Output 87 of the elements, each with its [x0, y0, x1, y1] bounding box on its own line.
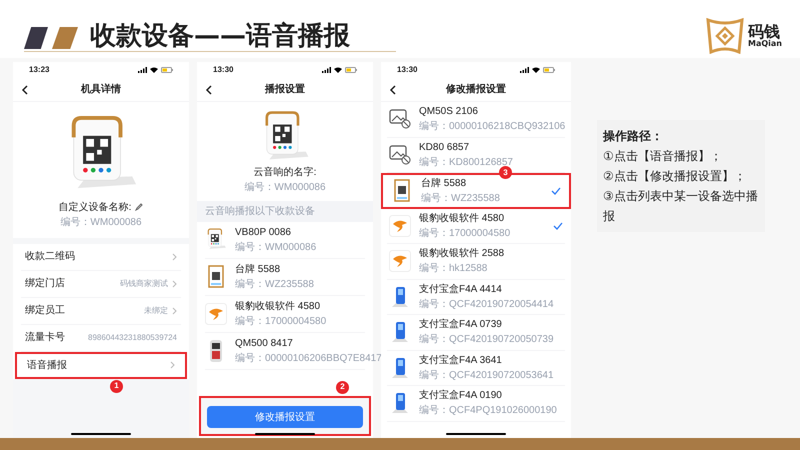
device-id: 编号：17000004580 [235, 314, 326, 329]
device-name: VB80P 0086 [235, 226, 292, 240]
device-id: 编号：QCF4PQ191026000190 [419, 404, 557, 418]
home-indicator [255, 433, 315, 435]
signal-icon [520, 67, 529, 73]
device-row[interactable]: 支付宝盒F4A 0190 编号：QCF4PQ191026000190 [387, 386, 565, 422]
logo-icon [706, 18, 744, 54]
device-name: 台牌 5588 [421, 176, 466, 191]
row-value: 码钱商家测试 [120, 278, 168, 290]
device-row[interactable]: 支付宝盒F4A 4414 编号：QCF420190720054414 [387, 280, 565, 315]
device-name-label: 自定义设备名称: [58, 200, 132, 215]
device-id: 编号：QCF420190720053641 [419, 368, 554, 383]
signal-icon [322, 67, 331, 73]
device-name: QM50S 2106 [419, 105, 478, 120]
step-text: ②点击【修改播报设置】； [603, 168, 747, 185]
app-logo-icon [389, 214, 411, 237]
screen-title: 机具详情 [80, 82, 122, 97]
device-id: 编号：00000106218CBQ932106 [419, 120, 566, 134]
device-id: 编号：KD800126857 [419, 156, 513, 169]
speaker-name: 云音响的名字: [252, 166, 318, 180]
device-name: QM500 8417 [235, 336, 294, 351]
device-id: 编号：WM000086 [235, 240, 316, 255]
row-value: 未绑定 [144, 304, 168, 317]
step-text: ①点击【语音播报】； [603, 148, 723, 165]
settings-row[interactable]: 语音播报 [15, 352, 187, 379]
row-value: 89860443231880539724 [88, 332, 177, 344]
status-time: 13:30 [213, 64, 234, 76]
wifi-icon [150, 67, 158, 73]
steps-heading: 操作路径： [603, 128, 664, 145]
step-number-badge: 3 [499, 166, 512, 179]
device-name: 银豹收银软件 4580 [419, 212, 504, 226]
device-row[interactable]: 支付宝盒F4A 3641 编号：QCF420190720053641 [387, 350, 565, 386]
device-name: 支付宝盒F4A 4414 [419, 282, 502, 297]
settings-row[interactable]: 流量卡号 89860443231880539724 [21, 324, 181, 352]
device-id: 编号：WZ235588 [235, 278, 314, 292]
section-header: 云音响播报以下收款设备 [197, 200, 373, 222]
battery-icon [543, 67, 555, 73]
device-id: 编号：WM000086 [59, 216, 143, 230]
device-name: 台牌 5588 [235, 262, 282, 277]
screen-title: 修改播报设置 [444, 82, 507, 97]
status-time: 13:23 [29, 64, 50, 76]
device-name: 支付宝盒F4A 0190 [419, 388, 502, 404]
device-id: 编号：WZ235588 [421, 192, 500, 206]
broken-image-icon [389, 144, 411, 165]
step-number-badge: 2 [336, 380, 349, 394]
home-indicator [446, 433, 506, 435]
slanted-bar [24, 27, 48, 49]
device-name: 支付宝盒F4A 3641 [419, 354, 502, 368]
device-row[interactable]: 银豹收银软件 2588 编号：hk12588 [387, 244, 565, 280]
device-name: KD80 6857 [419, 140, 470, 155]
edit-broadcast-button[interactable]: 修改播报设置 [207, 406, 363, 428]
settings-row[interactable]: 绑定员工 未绑定 [21, 298, 181, 325]
app-logo-icon [205, 302, 227, 325]
speaker-drawing [205, 228, 227, 252]
battery-icon [161, 67, 173, 73]
settings-row[interactable]: 收款二维码 [21, 244, 181, 271]
device-name: 支付宝盒F4A 0739 [419, 318, 502, 332]
slide-title: 收款设备——语音播报 [90, 23, 350, 51]
device-row[interactable]: 银豹收银软件 4580 编号：17000004580 [387, 208, 565, 244]
device-id: 编号：QCF420190720054414 [419, 298, 554, 312]
edit-icon[interactable] [135, 203, 144, 212]
app-logo-icon [389, 250, 411, 272]
device-row[interactable]: 支付宝盒F4A 0739 编号：QCF420190720050739 [387, 315, 565, 350]
step-number-badge: 1 [110, 380, 123, 393]
screen-title: 播报设置 [264, 82, 306, 97]
broken-image-icon [389, 109, 411, 130]
device-id: 编号：17000004580 [419, 226, 510, 241]
device-id: 编号：QCF420190720050739 [419, 332, 554, 348]
settings-row[interactable]: 绑定门店 码钱商家测试 [21, 270, 181, 298]
wifi-icon [334, 67, 342, 73]
back-icon[interactable] [205, 84, 213, 94]
signal-icon [138, 67, 147, 73]
device-name: 银豹收银软件 4580 [235, 300, 322, 314]
status-time: 13:30 [397, 64, 418, 76]
device-id: 编号：WM000086 [243, 180, 327, 195]
device-row[interactable]: QM50S 2106 编号：00000106218CBQ932106 [387, 102, 565, 138]
device-name: 银豹收银软件 2588 [419, 247, 504, 262]
wifi-icon [532, 67, 540, 73]
back-icon[interactable] [389, 84, 397, 94]
battery-icon [345, 67, 357, 73]
back-icon[interactable] [21, 84, 29, 94]
device-id: 编号：hk12588 [419, 262, 488, 276]
home-indicator [71, 433, 131, 435]
logo-name: 码钱 [748, 24, 780, 40]
device-id: 编号：00000106206BBQ7E8417 [235, 352, 382, 366]
step-text: ③点击列表中某一设备选中播报 [603, 188, 759, 225]
logo-latin-name: MaQian [748, 40, 782, 48]
